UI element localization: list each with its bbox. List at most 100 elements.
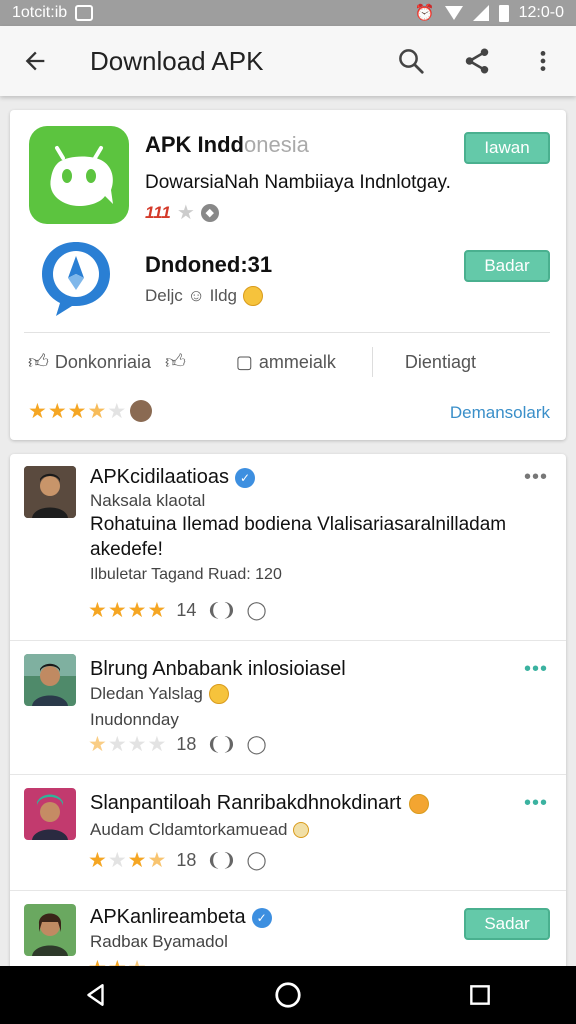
verified-badge-icon: ✓: [251, 907, 272, 928]
rating-text: 111: [145, 202, 171, 222]
nav-recents-button[interactable]: [450, 966, 510, 1024]
star-icon: ★: [28, 399, 47, 423]
post-author-name: APKanlireambeta: [90, 906, 246, 928]
person-avatar-icon: [24, 788, 76, 840]
signal-icon: [472, 5, 489, 21]
star-icon: ★: [67, 399, 87, 423]
reviews-card: APKcidilaatioas ✓ ••• Naksala klaotal Ro…: [10, 454, 566, 974]
install-button[interactable]: Iawan: [464, 132, 550, 164]
avatar[interactable]: [24, 466, 76, 518]
star-icon: ★: [88, 849, 107, 872]
avatar[interactable]: [24, 654, 76, 706]
thumbs-up-outline-icon[interactable]: 👍︎: [165, 350, 186, 374]
post-rating-row: ★ ★ ★ ★ 14 ❨❩ ◯: [88, 600, 267, 621]
comment-icon: ▢: [235, 351, 253, 372]
divider: [10, 640, 566, 641]
star-icon: ★: [127, 599, 147, 622]
avatar[interactable]: [24, 788, 76, 840]
comment-bubble-icon[interactable]: ◯: [247, 734, 267, 755]
app-description: DowarsiaNah Nambiiaya Indnlotgay.: [145, 172, 451, 193]
post-more-button[interactable]: •••: [524, 658, 548, 681]
app2-subtitle: Deljc ☺ Ildg: [145, 286, 263, 306]
face-emoji-icon: [293, 822, 310, 838]
star-icon: ★: [107, 399, 127, 423]
post-author-name: Blrung Anbabank inlosioiasel: [90, 658, 346, 680]
overflow-menu-button[interactable]: [510, 26, 576, 96]
star-icon: ★: [176, 202, 195, 224]
action-separator: [371, 347, 373, 377]
comment-bubble-icon[interactable]: ◯: [247, 600, 267, 621]
comment-action[interactable]: ▢ ammeialk: [236, 352, 336, 373]
rating-count: 18: [176, 734, 197, 754]
nav-home-button[interactable]: [258, 966, 318, 1024]
post-meta-text: Ilbuletar Tagand Ruad: 120: [90, 566, 282, 583]
system-nav-bar: [0, 966, 576, 1024]
shield-icon: ◆: [200, 203, 219, 222]
post-subtitle: Audam Cldamtorkamuead: [90, 820, 310, 840]
share-action[interactable]: Dientiagt: [405, 352, 476, 373]
divider: [24, 332, 550, 333]
person-avatar-icon: [24, 466, 76, 518]
search-icon: [399, 49, 424, 74]
post-author[interactable]: Blrung Anbabank inlosioiasel: [90, 658, 346, 681]
repost-icon[interactable]: ❨❩: [206, 850, 236, 871]
post-author[interactable]: Slanpantiloah Ranribakdhnokdinart: [90, 792, 430, 815]
photo-icon: [75, 5, 94, 21]
divider: [10, 890, 566, 891]
card-actions-row: 👍︎ Donkonriaia 👍︎ ▢ ammeialk Dientiagt: [10, 342, 566, 382]
verified-badge-icon: ✓: [234, 467, 255, 488]
like-action[interactable]: 👍︎ Donkonriaia: [28, 350, 151, 374]
wifi-icon: [444, 6, 463, 20]
nav-back-button[interactable]: [66, 966, 126, 1024]
app2-subtitle-text: Deljc ☺ Ildg: [145, 286, 237, 305]
post-rating-row: ★ ★ ★ ★ 18 ❨❩ ◯: [88, 734, 267, 755]
page-title: Download APK: [90, 45, 264, 76]
star-icon: ★: [147, 599, 167, 622]
back-button[interactable]: [0, 26, 70, 96]
star-icon: ★: [88, 733, 107, 756]
rating-stars: ★ ★ ★ ★: [88, 600, 166, 621]
app-icon-telegram[interactable]: [36, 238, 116, 318]
app-bar: Download APK: [0, 26, 576, 96]
post-meta: Ilbuletar Tagand Ruad: 120: [90, 566, 282, 584]
post-subtitle-text: Audam Cldamtorkamuead: [90, 820, 288, 839]
status-time: 12:0-0: [518, 4, 564, 21]
more-vert-icon: [540, 51, 546, 71]
android-logo-icon: [50, 146, 113, 206]
post-body: Rohatuina Ilemad bodiena Vlalisariasaral…: [90, 514, 507, 560]
person-avatar-icon: [24, 654, 76, 706]
app-title-faded: onesia: [244, 132, 309, 157]
search-button[interactable]: [378, 26, 444, 96]
repost-icon[interactable]: ❨❩: [206, 734, 236, 755]
repost-icon[interactable]: ❨❩: [206, 600, 236, 621]
open-button[interactable]: Badar: [464, 250, 550, 282]
smile-emoji-icon: [243, 286, 263, 306]
avatar: [130, 400, 153, 422]
star-icon: ★: [107, 599, 127, 622]
status-bar: 1otcit:ib ⏰ 12:0-0: [0, 0, 576, 26]
nav-home-icon: [275, 982, 301, 1008]
share-button[interactable]: [444, 26, 510, 96]
follow-button[interactable]: Sadar: [464, 908, 550, 940]
rating-count: 14: [176, 600, 197, 620]
post-more-button[interactable]: •••: [524, 792, 548, 815]
alarm-icon: ⏰: [414, 5, 435, 22]
star-icon: ★: [88, 599, 107, 622]
post-author[interactable]: APKcidilaatioas ✓: [90, 466, 255, 489]
star-icon: ★: [147, 733, 167, 756]
like-label: Donkonriaia: [54, 351, 151, 372]
post-author-name: Slanpantiloah Ranribakdhnokdinart: [90, 792, 402, 814]
comment-bubble-icon[interactable]: ◯: [247, 850, 267, 871]
post-more-button[interactable]: •••: [524, 466, 548, 489]
app-icon-android[interactable]: [29, 126, 129, 224]
star-icon: ★: [107, 849, 127, 872]
share-icon: [465, 48, 489, 74]
rating-stars: ★ ★ ★ ★: [88, 734, 166, 755]
app-rating-row: 111 ★ ◆: [145, 200, 219, 225]
rating-stars: ★ ★ ★ ★ ★: [28, 401, 126, 422]
avatar[interactable]: [24, 904, 76, 956]
see-more-link[interactable]: Demansolark: [450, 403, 550, 423]
post-author[interactable]: APKanlireambeta ✓: [90, 906, 272, 929]
telegram-logo-icon: [42, 242, 110, 316]
post-author-name: APKcidilaatioas: [90, 466, 229, 488]
